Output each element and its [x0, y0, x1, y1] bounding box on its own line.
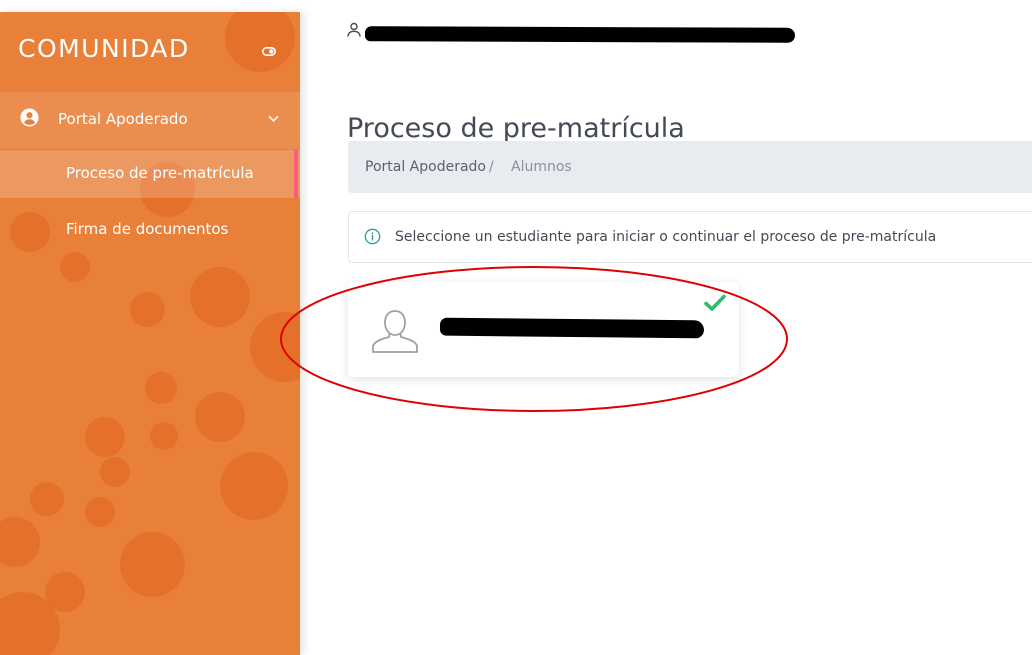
sidebar-decoration — [0, 592, 60, 655]
redacted-user-name — [364, 26, 796, 43]
page-title: Proceso de pre-matrícula — [347, 113, 685, 145]
student-card[interactable] — [348, 282, 739, 377]
breadcrumb: Portal Apoderado / Alumnos — [348, 141, 1032, 193]
user-circle-icon — [20, 108, 39, 127]
sidebar-decoration — [145, 372, 177, 404]
user-menu[interactable] — [346, 22, 806, 44]
sidebar-item-label: Proceso de pre-matrícula — [66, 164, 254, 182]
user-icon — [347, 22, 361, 37]
sidebar-decoration — [120, 532, 185, 597]
sidebar-toggle-icon[interactable] — [262, 47, 276, 56]
sidebar-decoration — [30, 482, 64, 516]
sidebar-group-portal-apoderado[interactable]: Portal Apoderado — [0, 92, 300, 149]
chevron-down-icon — [268, 116, 279, 122]
sidebar-decoration — [220, 452, 288, 520]
info-alert-text: Seleccione un estudiante para iniciar o … — [395, 229, 937, 245]
sidebar-decoration — [195, 392, 245, 442]
sidebar-decoration — [0, 517, 40, 567]
sidebar-decoration — [150, 422, 178, 450]
redacted-student-name — [439, 317, 705, 339]
brand-title: COMUNIDAD — [18, 34, 190, 63]
sidebar-decoration — [100, 457, 130, 487]
sidebar-group-label: Portal Apoderado — [58, 110, 188, 128]
breadcrumb-item-alumnos: Alumnos — [511, 159, 572, 175]
info-circle-icon — [364, 228, 381, 245]
sidebar-decoration — [225, 12, 295, 72]
sidebar-decoration — [45, 572, 85, 612]
sidebar-decoration — [250, 312, 300, 382]
active-indicator — [294, 150, 298, 198]
sidebar-item-label: Firma de documentos — [66, 220, 229, 238]
sidebar-item-pre-matricula[interactable]: Proceso de pre-matrícula — [0, 150, 300, 198]
breadcrumb-separator: / — [489, 159, 494, 175]
info-alert: Seleccione un estudiante para iniciar o … — [348, 211, 1032, 263]
app-frame: COMUNIDAD Portal Apoderado Proceso de pr… — [0, 0, 1032, 655]
sidebar-item-firma-documentos[interactable]: Firma de documentos — [0, 206, 300, 254]
sidebar-decoration — [85, 417, 125, 457]
sidebar: COMUNIDAD Portal Apoderado Proceso de pr… — [0, 12, 300, 655]
user-outline-icon — [372, 310, 418, 353]
breadcrumb-item-portal-apoderado[interactable]: Portal Apoderado — [365, 159, 486, 175]
sidebar-decoration — [85, 497, 115, 527]
sidebar-decoration — [60, 252, 90, 282]
check-icon — [704, 294, 726, 311]
sidebar-decoration — [130, 292, 165, 327]
sidebar-decoration — [190, 267, 250, 327]
